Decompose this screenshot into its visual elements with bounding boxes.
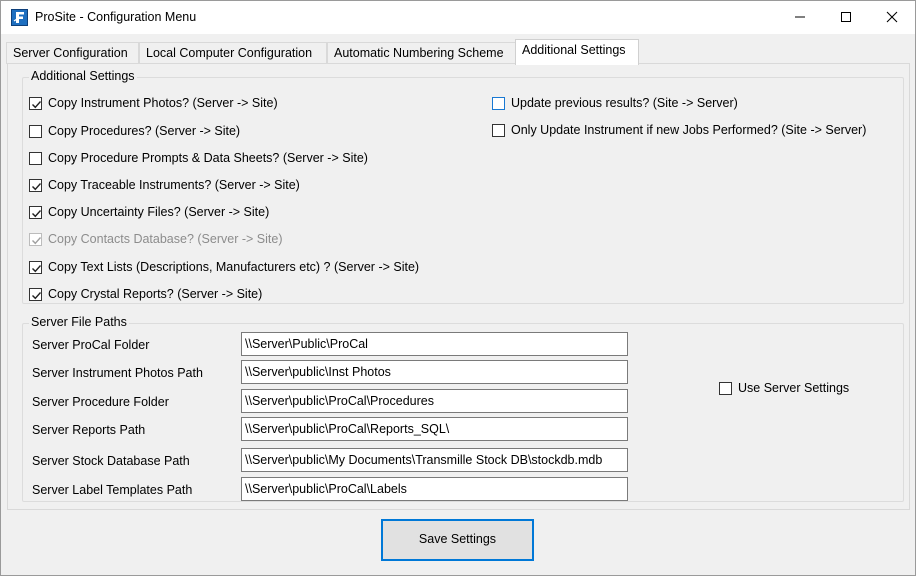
copy-procedure-prompts-checkbox[interactable]: Copy Procedure Prompts & Data Sheets? (S… [29,151,368,165]
maximize-button[interactable] [823,1,869,33]
server-file-paths-group-title: Server File Paths [29,315,129,329]
checkbox-box[interactable] [29,205,42,219]
checkbox-label: Copy Instrument Photos? (Server -> Site) [48,96,278,110]
additional-settings-group-title: Additional Settings [29,69,137,83]
configuration-window: ProSite - Configuration Menu Server Conf… [0,0,916,576]
checkbox-box[interactable] [492,123,505,137]
server-procal-folder-label: Server ProCal Folder [32,338,150,352]
checkmark-icon [32,264,42,272]
server-instrument-photos-path-field[interactable]: \\Server\public\Inst Photos [241,360,628,384]
copy-text-lists-checkbox[interactable]: Copy Text Lists (Descriptions, Manufactu… [29,260,419,274]
checkbox-box[interactable] [719,381,732,395]
tab-local-computer-configuration[interactable]: Local Computer Configuration [139,42,327,64]
title-bar: ProSite - Configuration Menu [1,1,915,34]
maximize-icon [841,12,851,22]
server-procal-folder-field[interactable]: \\Server\Public\ProCal [241,332,628,356]
update-previous-results-checkbox[interactable]: Update previous results? (Site -> Server… [492,96,738,110]
tab-server-configuration[interactable]: Server Configuration [6,42,139,64]
checkbox-label: Update previous results? (Site -> Server… [511,96,738,110]
checkbox-label: Copy Traceable Instruments? (Server -> S… [48,178,300,192]
checkbox-label: Use Server Settings [738,381,850,395]
use-server-settings-checkbox[interactable]: Use Server Settings [719,381,849,395]
window-title: ProSite - Configuration Menu [35,10,197,24]
server-instrument-photos-path-label: Server Instrument Photos Path [32,366,203,380]
checkbox-label: Only Update Instrument if new Jobs Perfo… [511,123,867,137]
server-reports-path-field[interactable]: \\Server\public\ProCal\Reports_SQL\ [241,417,628,441]
checkmark-icon [32,291,42,299]
checkmark-icon [32,100,42,108]
additional-settings-panel: Additional Settings Copy Instrument Phot… [7,63,910,510]
save-settings-button[interactable]: Save Settings [381,519,534,561]
server-label-templates-path-label: Server Label Templates Path [32,483,193,497]
close-button[interactable] [869,1,915,33]
checkmark-icon [32,209,42,217]
server-procedure-folder-field[interactable]: \\Server\public\ProCal\Procedures [241,389,628,413]
server-procedure-folder-label: Server Procedure Folder [32,395,169,409]
minimize-icon [795,16,805,18]
server-label-templates-path-field[interactable]: \\Server\public\ProCal\Labels [241,477,628,501]
copy-crystal-reports-checkbox[interactable]: Copy Crystal Reports? (Server -> Site) [29,287,262,301]
checkbox-box[interactable] [492,96,505,110]
copy-procedures-checkbox[interactable]: Copy Procedures? (Server -> Site) [29,124,240,138]
checkbox-box [29,232,42,246]
checkbox-label: Copy Contacts Database? (Server -> Site) [48,232,283,246]
only-update-instrument-checkbox[interactable]: Only Update Instrument if new Jobs Perfo… [492,123,866,137]
checkbox-box[interactable] [29,178,42,192]
server-file-paths-group: Server File Paths Server ProCal Folder \… [22,315,904,502]
tab-additional-settings[interactable]: Additional Settings [515,39,639,65]
checkbox-label: Copy Crystal Reports? (Server -> Site) [48,287,263,301]
checkbox-label: Copy Text Lists (Descriptions, Manufactu… [48,260,420,274]
checkbox-box[interactable] [29,124,42,138]
server-stock-database-path-field[interactable]: \\Server\public\My Documents\Transmille … [241,448,628,472]
tab-automatic-numbering-scheme[interactable]: Automatic Numbering Scheme [327,42,516,64]
close-icon [886,11,898,23]
server-reports-path-label: Server Reports Path [32,423,146,437]
copy-uncertainty-files-checkbox[interactable]: Copy Uncertainty Files? (Server -> Site) [29,205,269,219]
checkbox-box[interactable] [29,151,42,165]
checkbox-label: Copy Procedure Prompts & Data Sheets? (S… [48,151,368,165]
prosite-app-icon [11,9,28,26]
checkbox-box[interactable] [29,287,42,301]
checkbox-label: Copy Procedures? (Server -> Site) [48,124,241,138]
copy-instrument-photos-checkbox[interactable]: Copy Instrument Photos? (Server -> Site) [29,96,278,110]
checkbox-box[interactable] [29,96,42,110]
copy-traceable-instruments-checkbox[interactable]: Copy Traceable Instruments? (Server -> S… [29,178,300,192]
server-stock-database-path-label: Server Stock Database Path [32,454,190,468]
copy-contacts-database-checkbox: Copy Contacts Database? (Server -> Site) [29,232,282,246]
checkbox-label: Copy Uncertainty Files? (Server -> Site) [48,205,270,219]
checkmark-icon [32,236,42,244]
checkbox-box[interactable] [29,260,42,274]
minimize-button[interactable] [777,1,823,33]
checkmark-icon [32,182,42,190]
additional-settings-group: Additional Settings Copy Instrument Phot… [22,69,904,304]
